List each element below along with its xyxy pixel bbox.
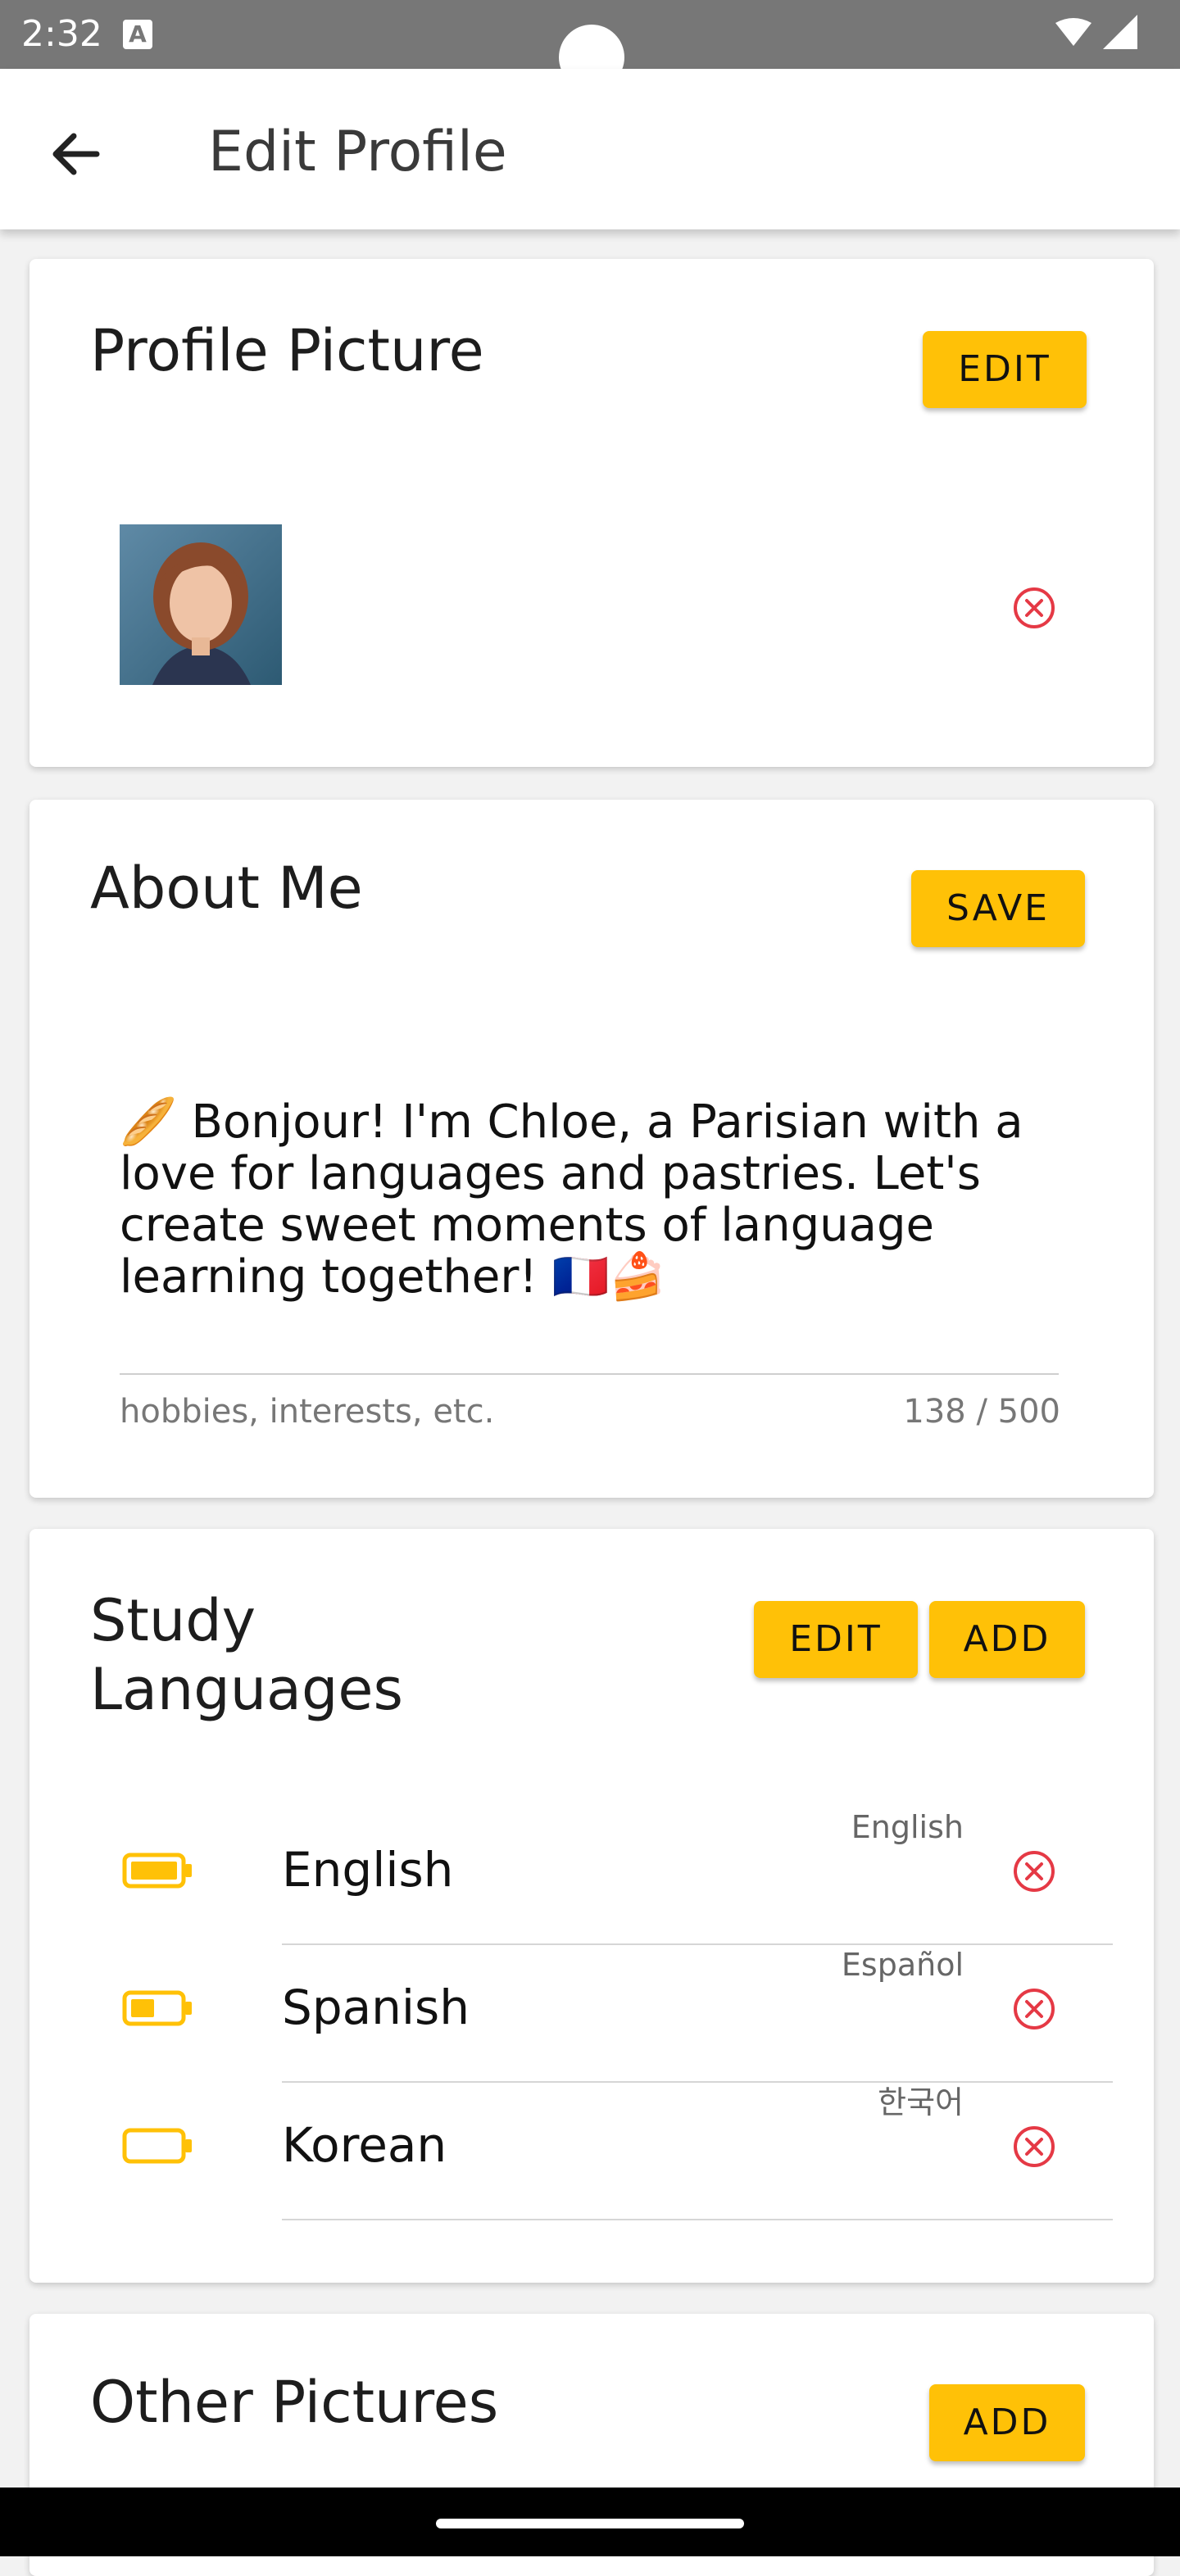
add-other-picture-button[interactable]: ADD: [929, 2384, 1085, 2461]
profile-picture-card: Profile Picture EDIT: [30, 259, 1154, 767]
edit-languages-button[interactable]: EDIT: [754, 1601, 918, 1678]
add-language-button[interactable]: ADD: [929, 1601, 1085, 1678]
language-name: English: [282, 1842, 454, 1898]
language-row[interactable]: English English: [30, 1807, 1154, 1945]
about-me-card: About Me SAVE 🥖 Bonjour! I'm Chloe, a Pa…: [30, 800, 1154, 1498]
remove-profile-picture-icon[interactable]: [1011, 585, 1057, 631]
battery-half-icon: [122, 1990, 192, 2026]
wifi-icon: [1055, 18, 1092, 46]
study-languages-title-line1: Study: [90, 1587, 256, 1654]
arrow-left-icon[interactable]: [46, 121, 111, 187]
row-divider: [282, 2219, 1113, 2220]
language-row[interactable]: Korean 한국어: [30, 2083, 1154, 2220]
battery-full-icon: [122, 1853, 192, 1889]
language-native-name: English: [851, 1809, 964, 1845]
page-title: Edit Profile: [208, 120, 507, 184]
language-native-name: Español: [841, 1947, 964, 1983]
study-languages-title-line2: Languages: [90, 1656, 403, 1723]
home-gesture-handle[interactable]: [436, 2519, 744, 2528]
signal-icon: [1103, 15, 1137, 49]
language-name: Korean: [282, 2117, 447, 2173]
about-me-title: About Me: [90, 855, 363, 922]
status-bar: 2:32 A: [0, 0, 1180, 90]
portrait-image: [120, 524, 282, 685]
character-counter: 138 / 500: [903, 1393, 1060, 1431]
remove-language-icon[interactable]: [1011, 2124, 1057, 2170]
accessibility-badge-icon: A: [123, 20, 152, 49]
other-pictures-title: Other Pictures: [90, 2369, 499, 2436]
edit-profile-picture-button[interactable]: EDIT: [923, 331, 1087, 408]
language-native-name: 한국어: [878, 2084, 964, 2120]
study-languages-card: Study Languages EDIT ADD English English…: [30, 1529, 1154, 2283]
status-time: 2:32: [21, 13, 102, 55]
about-me-underline: [120, 1373, 1059, 1375]
remove-language-icon[interactable]: [1011, 1848, 1057, 1894]
about-me-input[interactable]: 🥖 Bonjour! I'm Chloe, a Parisian with a …: [120, 1096, 1078, 1303]
save-about-me-button[interactable]: SAVE: [911, 870, 1085, 947]
language-name: Spanish: [282, 1980, 470, 2035]
system-navigation-bar: [0, 2488, 1180, 2556]
remove-language-icon[interactable]: [1011, 1986, 1057, 2032]
study-languages-title: Study Languages: [90, 1586, 403, 1724]
profile-picture-title: Profile Picture: [90, 317, 484, 384]
battery-empty-icon: [122, 2128, 192, 2164]
app-bar: Edit Profile: [0, 69, 1180, 229]
language-row[interactable]: Spanish Español: [30, 1945, 1154, 2083]
status-icons: [1055, 15, 1137, 49]
profile-picture-thumbnail[interactable]: [120, 524, 282, 685]
about-me-hint: hobbies, interests, etc.: [120, 1393, 495, 1431]
